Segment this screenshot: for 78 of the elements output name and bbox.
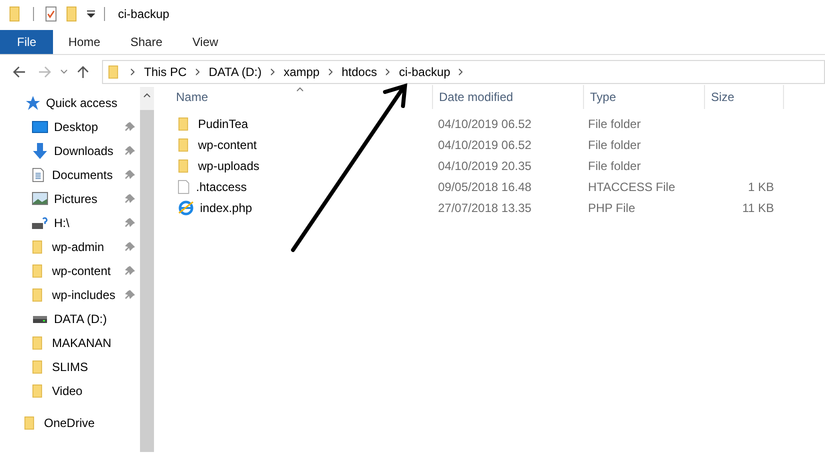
scroll-up-icon[interactable] xyxy=(143,92,151,98)
drive-icon xyxy=(32,314,48,324)
pin-icon[interactable] xyxy=(125,122,135,132)
chevron-right-icon[interactable] xyxy=(130,68,136,76)
pin-icon[interactable] xyxy=(125,290,135,300)
column-header[interactable]: Name xyxy=(174,85,433,109)
sidebar-item[interactable]: H:\ xyxy=(0,211,140,235)
sidebar-item[interactable]: Quick access xyxy=(0,91,140,115)
down-arrow-icon xyxy=(32,143,48,159)
file-name[interactable]: index.php xyxy=(200,200,252,214)
scrollbar[interactable] xyxy=(140,87,154,452)
sidebar-item[interactable]: Desktop xyxy=(0,115,140,139)
network-drive-icon xyxy=(32,216,48,230)
chevron-down-icon[interactable] xyxy=(60,69,68,75)
ribbon-tab[interactable]: Home xyxy=(53,30,116,54)
chevron-right-icon[interactable] xyxy=(458,68,464,76)
breadcrumb-item[interactable]: This PC xyxy=(144,65,187,79)
dropdown-icon[interactable] xyxy=(87,10,95,18)
pin-icon[interactable] xyxy=(125,194,135,204)
sidebar-item[interactable]: Documents xyxy=(0,163,140,187)
type-cell-text: File folder xyxy=(587,158,642,172)
document-icon xyxy=(32,167,46,183)
address-bar[interactable]: This PC DATA (D:) xampp htdocs ci-backup xyxy=(102,60,825,84)
sidebar-item[interactable]: MAKANAN xyxy=(0,331,140,355)
sidebar-item[interactable]: wp-content xyxy=(0,259,140,283)
date-cell-text: 09/05/2018 16.48 xyxy=(437,180,532,194)
back-icon[interactable] xyxy=(12,65,26,79)
date-cell-text: 27/07/2018 13.35 xyxy=(437,200,532,214)
sidebar-item[interactable]: Video xyxy=(0,379,140,403)
sort-caret-icon xyxy=(296,87,304,92)
chevron-right-icon[interactable] xyxy=(384,68,391,76)
breadcrumb-item[interactable]: xampp xyxy=(284,65,320,79)
star-icon xyxy=(24,95,40,111)
pin-icon[interactable] xyxy=(125,266,135,276)
type-cell-text: File folder xyxy=(587,138,642,152)
chevron-right-icon[interactable] xyxy=(194,68,201,76)
properties-icon[interactable] xyxy=(43,6,59,22)
type-cell-text: HTACCESS File xyxy=(587,180,676,194)
column-header[interactable]: Type xyxy=(584,85,705,109)
ribbon-tab[interactable]: File xyxy=(0,30,54,54)
pin-icon[interactable] xyxy=(125,218,135,228)
sidebar-item[interactable]: DATA (D:) xyxy=(0,307,140,331)
pin-icon[interactable] xyxy=(125,170,135,180)
type-cell-text: File folder xyxy=(587,116,642,130)
date-cell-text: 04/10/2019 06.52 xyxy=(437,138,532,152)
up-icon[interactable] xyxy=(76,65,90,79)
chevron-right-icon[interactable] xyxy=(270,68,276,76)
forward-icon[interactable] xyxy=(38,65,52,79)
file-name[interactable]: PudinTea xyxy=(198,116,248,130)
file-icon xyxy=(178,178,190,194)
file-name[interactable]: .htaccess xyxy=(196,180,247,194)
sidebar-item[interactable]: OneDrive xyxy=(0,411,140,435)
file-name[interactable]: wp-content xyxy=(198,138,257,152)
size-cell: 11 KB xyxy=(742,200,774,214)
sidebar-item[interactable]: wp-admin xyxy=(0,235,140,259)
size-cell: 1 KB xyxy=(748,180,774,194)
breadcrumb-item[interactable]: htdocs xyxy=(342,65,377,79)
ribbon-tab[interactable]: View xyxy=(177,30,234,54)
pin-icon[interactable] xyxy=(125,242,135,252)
picture-icon xyxy=(32,192,48,206)
sidebar-item[interactable]: Downloads xyxy=(0,139,140,163)
window-title: ci-backup xyxy=(118,7,170,21)
breadcrumb-item[interactable]: ci-backup xyxy=(398,65,450,79)
ribbon-tab[interactable]: Share xyxy=(115,30,178,54)
sidebar-item[interactable]: SLIMS xyxy=(0,355,140,379)
monitor-icon xyxy=(32,119,48,135)
sidebar-item[interactable]: wp-includes xyxy=(0,283,140,307)
date-cell-text: 04/10/2019 06.52 xyxy=(437,116,532,130)
browser-icon xyxy=(178,200,194,216)
chevron-right-icon[interactable] xyxy=(328,68,334,76)
sidebar-item[interactable]: Pictures xyxy=(0,187,140,211)
breadcrumb-item[interactable]: DATA (D:) xyxy=(208,65,262,79)
type-cell-text: PHP File xyxy=(587,200,636,214)
date-cell-text: 04/10/2019 20.35 xyxy=(437,158,532,172)
pin-icon[interactable] xyxy=(125,146,135,156)
file-name[interactable]: wp-uploads xyxy=(198,158,260,172)
column-header[interactable]: Date modified xyxy=(433,85,584,109)
column-header[interactable]: Size xyxy=(705,85,784,109)
